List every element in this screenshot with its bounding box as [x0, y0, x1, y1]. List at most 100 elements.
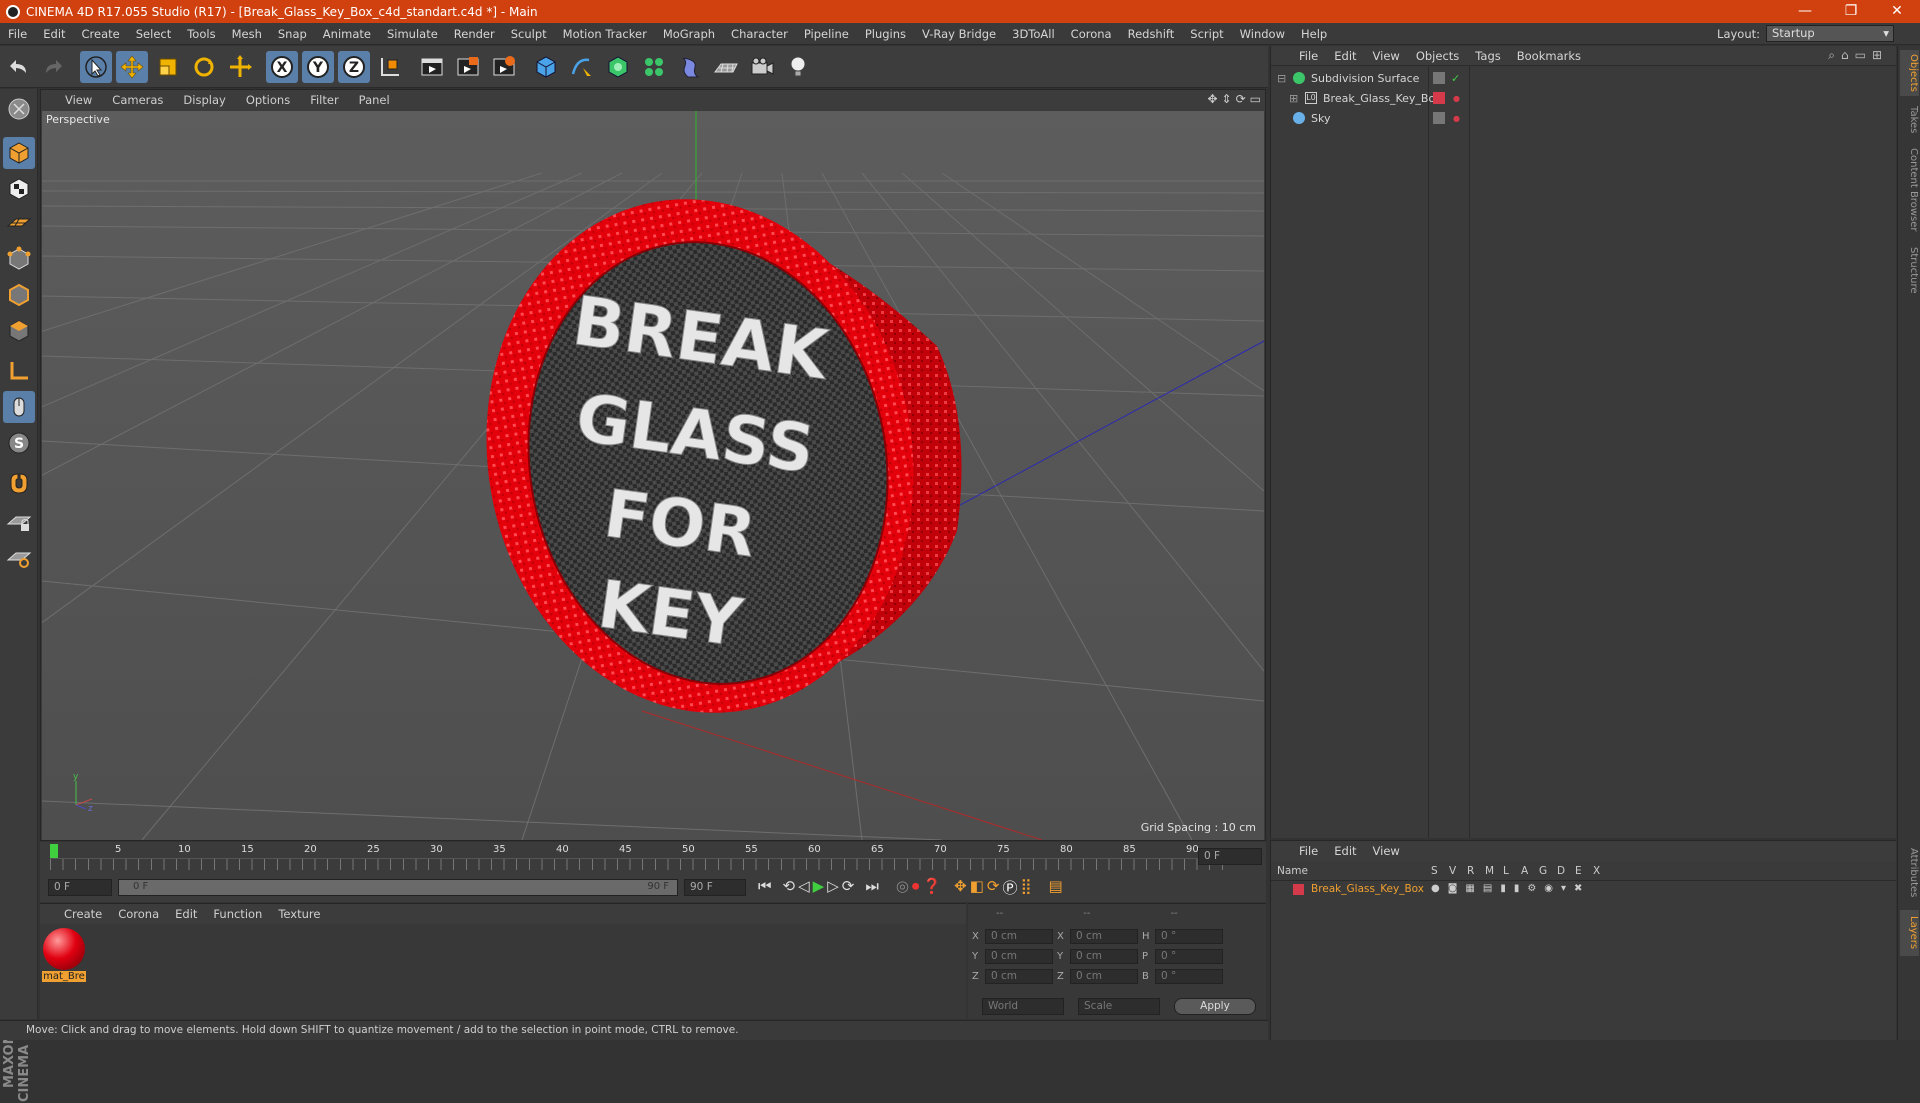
layer-column-header[interactable]: M: [1485, 865, 1503, 877]
layer-color-icon[interactable]: [1433, 92, 1445, 104]
position-field[interactable]: 0 cm: [985, 968, 1053, 984]
tab-objects[interactable]: Objects: [1900, 50, 1919, 96]
layer-row[interactable]: Break_Glass_Key_Box ●◙▦▤▮▮⚙◉▾✖: [1271, 881, 1896, 899]
rotation-field[interactable]: 0 °: [1155, 948, 1223, 964]
light-icon[interactable]: [782, 51, 814, 83]
menu-file[interactable]: File: [0, 27, 35, 41]
y-axis-lock-icon[interactable]: Y: [302, 50, 334, 83]
key-pla-icon[interactable]: ⣿: [1020, 877, 1031, 898]
enabled-check-icon[interactable]: ✓: [1451, 72, 1460, 85]
layer-column-header[interactable]: R: [1467, 865, 1485, 877]
undo-button[interactable]: [2, 51, 34, 83]
subdivision-surface-icon[interactable]: [602, 51, 634, 83]
make-editable-icon[interactable]: [3, 93, 35, 125]
object-row-break-glass[interactable]: ⊞ L0 Break_Glass_Key_Box ●: [1271, 88, 1891, 108]
playhead[interactable]: [50, 844, 58, 858]
viewport-menu-cameras[interactable]: Cameras: [102, 93, 173, 107]
magnet-icon[interactable]: [3, 467, 35, 499]
object-row-sky[interactable]: Sky ●: [1271, 108, 1891, 128]
scale-tool-icon[interactable]: [152, 51, 184, 83]
rotation-field[interactable]: 0 °: [1155, 968, 1223, 984]
axis-mode-icon[interactable]: [3, 355, 35, 387]
layer-column-header[interactable]: A: [1521, 865, 1539, 877]
menu-window[interactable]: Window: [1232, 27, 1293, 41]
tweak-mode-icon[interactable]: [3, 391, 35, 423]
layer-menu-edit[interactable]: Edit: [1326, 844, 1364, 858]
menu-select[interactable]: Select: [128, 27, 179, 41]
menu-edit[interactable]: Edit: [35, 27, 73, 41]
objects-menu-objects[interactable]: Objects: [1408, 49, 1467, 63]
layer-tag-icon[interactable]: [1433, 112, 1445, 124]
key-scale-icon[interactable]: ◧: [970, 877, 984, 898]
position-field[interactable]: 0 cm: [985, 928, 1053, 944]
objects-menu-edit[interactable]: Edit: [1326, 49, 1364, 63]
cube-primitive-icon[interactable]: [530, 51, 562, 83]
transform-tool-icon[interactable]: [224, 51, 256, 83]
menu-plugins[interactable]: Plugins: [857, 27, 914, 41]
coordinate-mode-dropdown[interactable]: World: [982, 998, 1064, 1015]
maximize-view-icon[interactable]: ▭: [1250, 92, 1261, 106]
object-row-subdivision[interactable]: ⊟ Subdivision Surface ✓: [1271, 68, 1891, 88]
menu-render[interactable]: Render: [446, 27, 503, 41]
menu-character[interactable]: Character: [723, 27, 796, 41]
planar-workplane-icon[interactable]: [3, 541, 35, 573]
layer-column-header[interactable]: G: [1539, 865, 1557, 877]
prev-frame-icon[interactable]: ◁: [798, 877, 810, 898]
pan-view-icon[interactable]: ✥: [1207, 92, 1217, 106]
key-position-icon[interactable]: ✥: [954, 877, 967, 898]
tab-layers[interactable]: Layers: [1900, 910, 1919, 956]
frame-range-slider[interactable]: 0 F 90 F: [118, 878, 678, 896]
timeline-window-icon[interactable]: ▤: [1048, 877, 1062, 898]
object-manager-search-icons[interactable]: ⌕⌂▭⊞: [1828, 48, 1888, 63]
material-menu-create[interactable]: Create: [56, 907, 110, 921]
polygons-mode-icon[interactable]: [3, 315, 35, 347]
menu-3dtoall[interactable]: 3DToAll: [1004, 27, 1063, 41]
material-menu-edit[interactable]: Edit: [167, 907, 205, 921]
material-menu-corona[interactable]: Corona: [110, 907, 167, 921]
objects-menu-file[interactable]: File: [1291, 49, 1326, 63]
position-field[interactable]: 0 cm: [985, 948, 1053, 964]
menu-pipeline[interactable]: Pipeline: [796, 27, 857, 41]
close-button[interactable]: ✕: [1874, 0, 1920, 23]
menu-help[interactable]: Help: [1293, 27, 1335, 41]
z-axis-lock-icon[interactable]: Z: [338, 50, 370, 83]
goto-prev-key-icon[interactable]: ⟲: [783, 877, 796, 898]
render-picture-viewer-icon[interactable]: [452, 51, 484, 83]
timeline-ruler[interactable]: 051015202530354045505560657075808590 0 F: [40, 842, 1266, 872]
menu-vray-bridge[interactable]: V-Ray Bridge: [914, 27, 1004, 41]
menu-motion-tracker[interactable]: Motion Tracker: [555, 27, 655, 41]
workplane-mode-icon[interactable]: [3, 207, 35, 239]
viewport-menu-filter[interactable]: Filter: [300, 93, 348, 107]
layer-tag-icon[interactable]: [1433, 72, 1445, 84]
size-field[interactable]: 0 cm: [1070, 928, 1138, 944]
start-frame-field[interactable]: 0 F: [48, 878, 112, 896]
menu-mesh[interactable]: Mesh: [224, 27, 270, 41]
autokey-icon[interactable]: ❓: [922, 877, 941, 898]
objects-menu-tags[interactable]: Tags: [1467, 49, 1508, 63]
model-mode-icon[interactable]: [3, 137, 35, 169]
tab-structure[interactable]: Structure: [1900, 242, 1919, 298]
goto-end-icon[interactable]: ⏭: [865, 877, 879, 898]
size-mode-dropdown[interactable]: Scale: [1078, 998, 1160, 1015]
menu-animate[interactable]: Animate: [315, 27, 379, 41]
rotate-view-icon[interactable]: ⟳: [1236, 92, 1246, 106]
viewport-menu-panel[interactable]: Panel: [349, 93, 400, 107]
spline-pen-icon[interactable]: [566, 51, 598, 83]
coordinate-system-icon[interactable]: [374, 51, 406, 83]
redo-button[interactable]: [38, 51, 70, 83]
menu-create[interactable]: Create: [74, 27, 128, 41]
visibility-dots-icon[interactable]: ●: [1453, 114, 1460, 123]
tab-takes[interactable]: Takes: [1900, 102, 1919, 138]
menu-tools[interactable]: Tools: [179, 27, 223, 41]
layer-column-header[interactable]: V: [1449, 865, 1467, 877]
key-rotation-icon[interactable]: ⟳: [987, 877, 1000, 898]
menu-snap[interactable]: Snap: [270, 27, 315, 41]
deformer-icon[interactable]: [674, 51, 706, 83]
tab-content-browser[interactable]: Content Browser: [1900, 144, 1919, 236]
rotation-field[interactable]: 0 °: [1155, 928, 1223, 944]
layer-column-header[interactable]: L: [1503, 865, 1521, 877]
layer-menu-file[interactable]: File: [1291, 844, 1326, 858]
move-tool-icon[interactable]: [116, 50, 148, 83]
layer-column-header[interactable]: X: [1593, 865, 1611, 877]
play-forward-icon[interactable]: ▶: [813, 877, 825, 898]
